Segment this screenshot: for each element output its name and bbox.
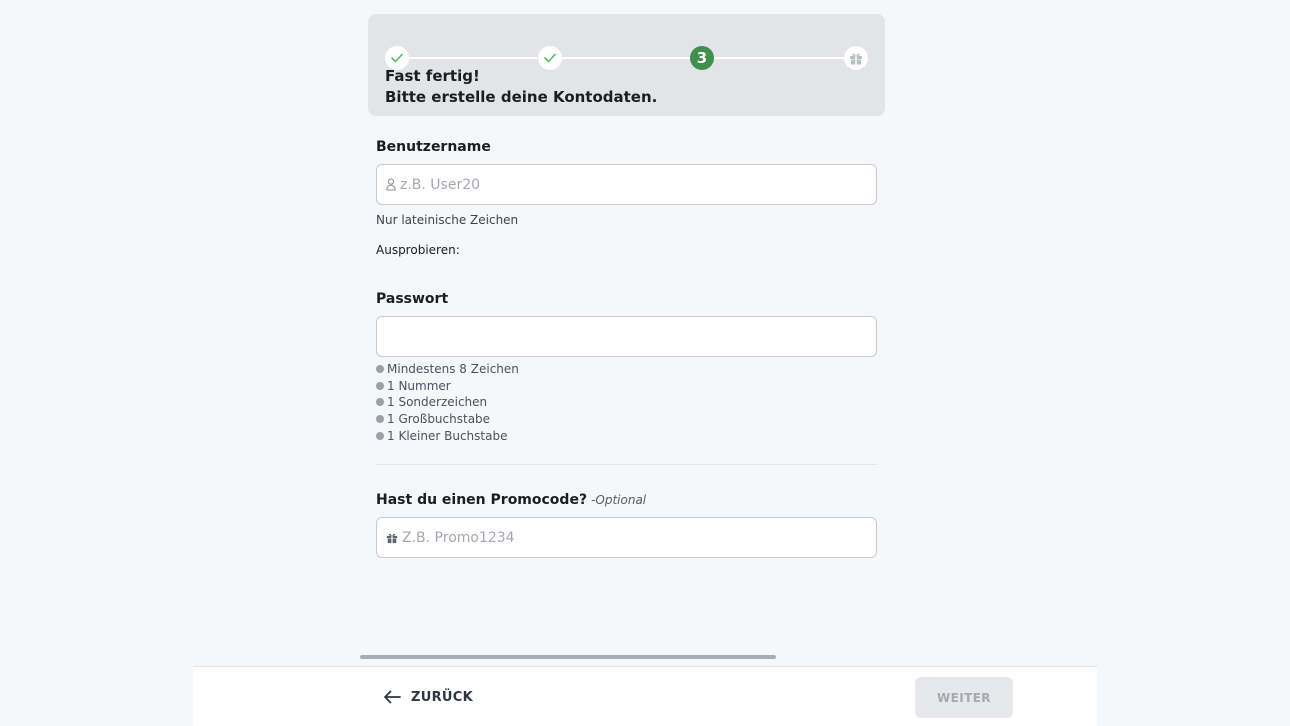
promo-input[interactable] (402, 529, 872, 546)
step-4-gift (844, 46, 868, 70)
password-label: Passwort (376, 291, 449, 307)
back-button[interactable]: ZURÜCK (383, 685, 473, 709)
stepper-title: Fast fertig! Bitte erstelle deine Kontod… (385, 66, 657, 108)
password-rule: 1 Sonderzeichen (376, 394, 519, 411)
step-line-2 (561, 57, 690, 59)
promo-field[interactable] (376, 517, 877, 558)
username-field[interactable] (376, 164, 877, 205)
username-try-label: Ausprobieren: (376, 243, 460, 257)
check-icon (544, 53, 556, 63)
password-input[interactable] (386, 328, 856, 345)
next-button[interactable]: WEITER (915, 677, 1013, 718)
stepper-title-line1: Fast fertig! (385, 67, 480, 85)
rule-status-dot (376, 365, 384, 374)
username-hint: Nur lateinische Zeichen (376, 213, 519, 227)
promo-label-text: Hast du einen Promocode? (376, 492, 588, 508)
rule-status-dot (376, 415, 384, 424)
rule-status-dot (376, 398, 384, 407)
rule-status-dot (376, 431, 384, 440)
horizontal-scrollbar[interactable] (360, 655, 776, 659)
user-icon (386, 178, 396, 191)
password-field[interactable] (376, 316, 877, 357)
back-button-label: ZURÜCK (411, 689, 473, 705)
step-3-current: 3 (690, 46, 714, 70)
password-rule: Mindestens 8 Zeichen (376, 361, 519, 378)
section-divider (376, 464, 877, 465)
username-label: Benutzername (376, 139, 491, 155)
stepper-title-line2: Bitte erstelle deine Kontodaten. (385, 88, 658, 106)
optional-tag: -Optional (591, 493, 647, 507)
password-rule: 1 Großbuchstabe (376, 411, 519, 428)
signup-page: 3 Fast fertig! Bitte erstelle deine Kont… (0, 0, 1290, 726)
password-rule: 1 Nummer (376, 378, 519, 395)
stepper-card: 3 Fast fertig! Bitte erstelle deine Kont… (368, 14, 885, 116)
rule-status-dot (376, 381, 384, 390)
password-rule: 1 Kleiner Buchstabe (376, 427, 519, 444)
arrow-left-icon (384, 690, 401, 704)
step-line-3 (714, 57, 844, 59)
promo-label: Hast du einen Promocode? -Optional (376, 492, 646, 508)
step-line-1 (397, 57, 537, 59)
check-icon (391, 53, 403, 63)
username-input[interactable] (400, 176, 870, 193)
footer-bar: ZURÜCK WEITER (193, 666, 1097, 726)
password-rules: Mindestens 8 Zeichen 1 Nummer 1 Sonderze… (376, 361, 519, 444)
gift-icon (386, 533, 398, 543)
gift-icon (850, 53, 862, 64)
